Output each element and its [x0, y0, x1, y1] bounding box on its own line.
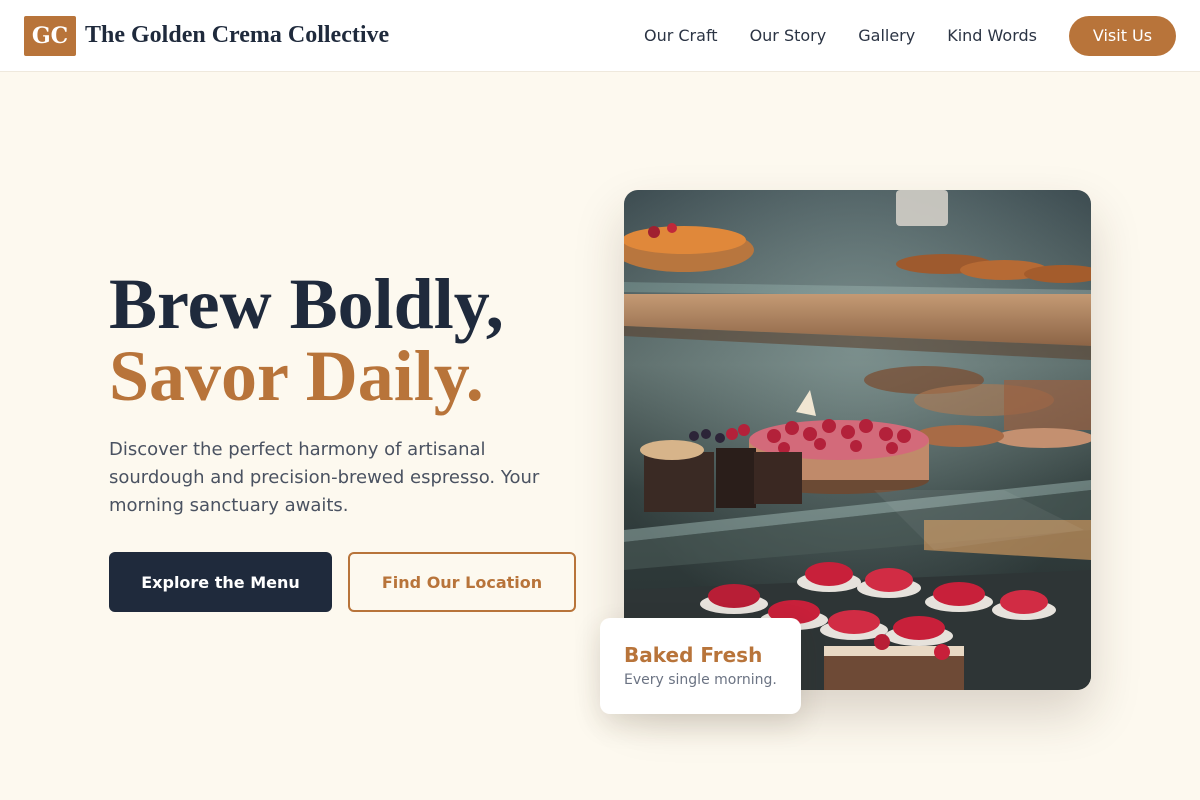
visit-us-button[interactable]: Visit Us [1069, 15, 1176, 56]
find-location-button[interactable]: Find Our Location [348, 552, 576, 612]
nav-link-our-story[interactable]: Our Story [750, 26, 827, 45]
baked-fresh-title: Baked Fresh [624, 643, 763, 667]
hero-description: Discover the perfect harmony of artisana… [109, 439, 540, 516]
top-navbar: GC The Golden Crema Collective Our Craft… [0, 0, 1200, 72]
brand[interactable]: GC The Golden Crema Collective [24, 15, 389, 56]
explore-menu-button[interactable]: Explore the Menu [109, 552, 332, 612]
nav-link-our-craft[interactable]: Our Craft [644, 26, 718, 45]
logo-badge[interactable]: GC [24, 15, 76, 56]
headline-line-2: Savor Daily. [109, 336, 484, 416]
baked-fresh-subtitle: Every single morning. [624, 672, 777, 688]
baked-fresh-card: Baked Fresh Every single morning. [600, 618, 801, 714]
nav-link-kind-words[interactable]: Kind Words [947, 26, 1037, 45]
hero-headline: Brew Boldly, Savor Daily. [109, 268, 504, 412]
hero-image-pastry-case [624, 190, 1091, 690]
nav-link-gallery[interactable]: Gallery [858, 26, 915, 45]
brand-name[interactable]: The Golden Crema Collective [85, 22, 389, 49]
nav-links: Our Craft Our Story Gallery Kind Words V… [644, 15, 1176, 56]
headline-line-1: Brew Boldly, [109, 264, 504, 344]
pastry-case-illustration [624, 190, 1091, 690]
